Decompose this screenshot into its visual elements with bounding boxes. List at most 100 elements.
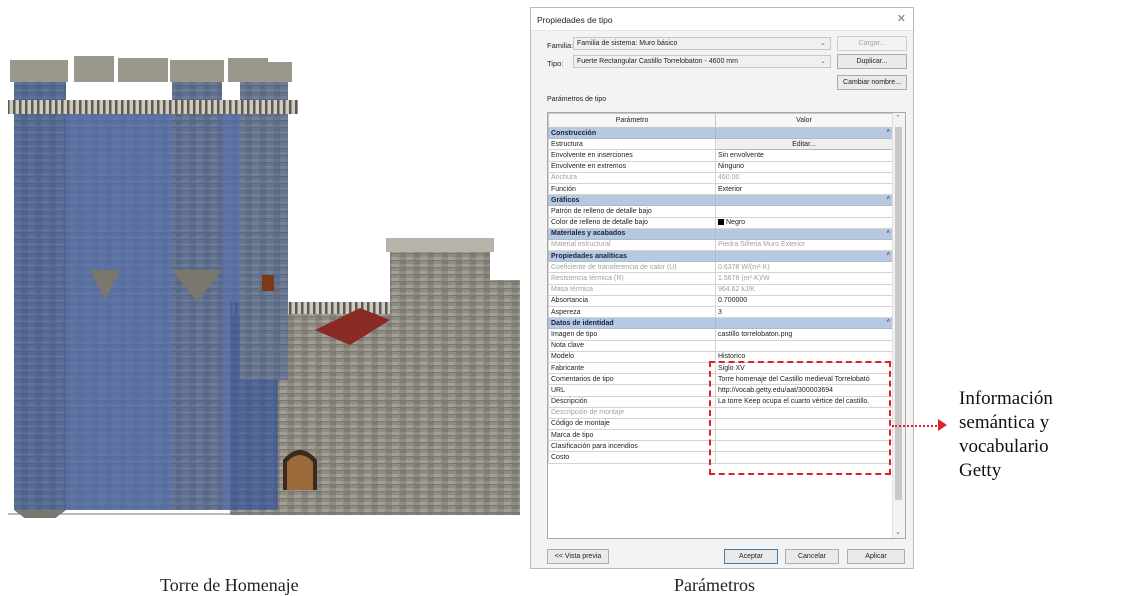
group-header-row[interactable]: Propiedades analíticas ˄ bbox=[548, 250, 893, 263]
annotation-line: Información bbox=[959, 388, 1053, 409]
left-caption: Torre de Homenaje bbox=[160, 575, 299, 595]
group-header-row[interactable]: Construcción ˄ bbox=[548, 126, 893, 140]
type-select-value: Fuerte Rectangular Castillo Torrelobaton… bbox=[577, 58, 738, 65]
castle-keep-image bbox=[8, 56, 520, 530]
parameter-value[interactable]: Piedra Silleria Muro Exterior bbox=[715, 238, 893, 252]
close-icon[interactable]: ✕ bbox=[897, 12, 906, 25]
load-button[interactable]: Cargar... bbox=[837, 36, 907, 51]
parameter-name: Clasificación para incendios bbox=[548, 440, 716, 453]
parameter-row[interactable]: Patrón de relleno de detalle bajo bbox=[548, 205, 893, 218]
parameter-value[interactable]: 460.00 bbox=[715, 171, 893, 184]
parameter-row[interactable]: Imagen de tipo castillo torrelobaton.png bbox=[548, 328, 893, 341]
annotation-arrow-line bbox=[892, 425, 944, 427]
parameter-value[interactable] bbox=[715, 339, 893, 352]
group-header-label: Propiedades analíticas bbox=[548, 250, 716, 263]
group-header-label: Gráficos bbox=[548, 194, 716, 207]
parameter-row[interactable]: Envolvente en extremos Ninguno bbox=[548, 160, 893, 173]
parameter-name: Color de relleno de detalle bajo bbox=[548, 216, 716, 229]
annotation-note: Información semántica y vocabulario Gett… bbox=[959, 387, 1053, 483]
parameter-row[interactable]: Color de relleno de detalle bajo Negro bbox=[548, 216, 893, 229]
parameter-name: Coeficiente de transferencia de calor (U… bbox=[548, 261, 716, 274]
parameter-value[interactable]: Exterior bbox=[715, 182, 893, 196]
collapse-icon[interactable]: ˄ bbox=[715, 250, 893, 263]
parameter-name: Costo bbox=[548, 451, 716, 464]
parameter-row[interactable]: Aspereza 3 bbox=[548, 305, 893, 319]
column-header-value[interactable]: Valor bbox=[715, 113, 893, 128]
parameter-name: Imagen de tipo bbox=[548, 328, 716, 341]
parameter-value[interactable]: 964.62 kJ/K bbox=[715, 283, 893, 296]
parameter-row[interactable]: Envolvente en inserciones Sin envolvente bbox=[548, 149, 893, 162]
parameter-name: Envolvente en extremos bbox=[548, 160, 716, 173]
parameter-row[interactable]: Nota clave bbox=[548, 339, 893, 352]
parameter-name: Masa térmica bbox=[548, 283, 716, 296]
type-select[interactable]: Fuerte Rectangular Castillo Torrelobaton… bbox=[573, 55, 831, 68]
parameter-row[interactable]: Masa térmica 964.62 kJ/K bbox=[548, 283, 893, 296]
collapse-icon[interactable]: ˄ bbox=[715, 194, 893, 207]
parameter-value[interactable]: 0.6378 W/(m²·K) bbox=[715, 261, 893, 274]
parameter-row[interactable]: Anchura 460.00 bbox=[548, 171, 893, 184]
group-header-label: Construcción bbox=[548, 126, 716, 140]
parameter-value[interactable]: 3 bbox=[715, 305, 893, 319]
grid-scrollbar[interactable]: ⌃ ⌄ bbox=[892, 113, 905, 538]
parameter-row[interactable]: Resistencia térmica (R) 1.5678 (m²·K)/W bbox=[548, 272, 893, 285]
parameter-name: Comentarios de tipo bbox=[548, 373, 716, 386]
parameter-name: Código de montaje bbox=[548, 417, 716, 431]
family-select[interactable]: Familia de sistema: Muro básico ⌄ bbox=[573, 37, 831, 50]
scroll-down-icon[interactable]: ⌄ bbox=[895, 528, 901, 536]
family-select-value: Familia de sistema: Muro básico bbox=[577, 40, 678, 47]
parameter-name: Absortancia bbox=[548, 294, 716, 308]
parameter-row[interactable]: Material estructural Piedra Silleria Muro… bbox=[548, 238, 893, 252]
grid-header: Parámetro Valor bbox=[548, 113, 893, 128]
dialog-title: Propiedades de tipo bbox=[537, 15, 613, 25]
parameter-name: Descripción de montaje bbox=[548, 406, 716, 419]
collapse-icon[interactable]: ˄ bbox=[715, 227, 893, 240]
parameter-value[interactable]: 0.700000 bbox=[715, 294, 893, 308]
collapse-icon[interactable]: ˄ bbox=[715, 317, 893, 330]
parameter-name: Material estructural bbox=[548, 238, 716, 252]
ok-button[interactable]: Aceptar bbox=[724, 549, 778, 564]
castle-render bbox=[0, 40, 520, 530]
chevron-down-icon: ⌄ bbox=[820, 40, 826, 47]
group-header-row[interactable]: Datos de identidad ˄ bbox=[548, 317, 893, 330]
edit-structure-button[interactable]: Editar... bbox=[715, 138, 893, 151]
parameter-row[interactable]: Estructura Editar... bbox=[548, 138, 893, 151]
parameter-name: Estructura bbox=[548, 138, 716, 151]
scroll-up-icon[interactable]: ⌃ bbox=[895, 114, 901, 122]
parameter-value[interactable]: Negro bbox=[715, 216, 893, 229]
parameter-value[interactable]: 1.5678 (m²·K)/W bbox=[715, 272, 893, 285]
parameter-name: Envolvente en inserciones bbox=[548, 149, 716, 162]
scrollbar-thumb[interactable] bbox=[895, 127, 902, 500]
parameter-name: Modelo bbox=[548, 350, 716, 363]
annotation-line: vocabulario bbox=[959, 436, 1049, 457]
parameter-name: Marca de tipo bbox=[548, 429, 716, 442]
duplicate-button[interactable]: Duplicar... bbox=[837, 54, 907, 69]
cancel-button[interactable]: Cancelar bbox=[785, 549, 839, 564]
family-label: Familia: bbox=[547, 41, 574, 50]
parameter-value[interactable] bbox=[715, 205, 893, 218]
type-label: Tipo: bbox=[547, 59, 564, 68]
column-header-parameter[interactable]: Parámetro bbox=[548, 113, 716, 128]
type-properties-dialog: Propiedades de tipo ✕ Familia: Familia d… bbox=[530, 7, 914, 569]
annotation-line: Getty bbox=[959, 460, 1002, 481]
group-header-row[interactable]: Gráficos ˄ bbox=[548, 194, 893, 207]
parameter-value[interactable]: Ninguno bbox=[715, 160, 893, 173]
right-caption: Parámetros bbox=[674, 575, 755, 595]
parameter-name: Aspereza bbox=[548, 305, 716, 319]
collapse-icon[interactable]: ˄ bbox=[715, 126, 893, 140]
group-header-row[interactable]: Materiales y acabados ˄ bbox=[548, 227, 893, 240]
type-parameters-label: Parámetros de tipo bbox=[547, 96, 607, 103]
parameter-name: Resistencia térmica (R) bbox=[548, 272, 716, 285]
preview-button[interactable]: << Vista previa bbox=[547, 549, 609, 564]
parameter-value[interactable]: Sin envolvente bbox=[715, 149, 893, 162]
parameter-name: Fabricante bbox=[548, 361, 716, 375]
parameter-name: Anchura bbox=[548, 171, 716, 184]
parameter-row[interactable]: Función Exterior bbox=[548, 182, 893, 196]
parameter-row[interactable]: Coeficiente de transferencia de calor (U… bbox=[548, 261, 893, 274]
identity-data-highlight bbox=[709, 361, 891, 475]
parameter-row[interactable]: Absortancia 0.700000 bbox=[548, 294, 893, 308]
parameter-name: Descripción bbox=[548, 395, 716, 408]
apply-button[interactable]: Aplicar bbox=[847, 549, 905, 564]
color-swatch-icon bbox=[718, 219, 724, 226]
parameter-value[interactable]: castillo torrelobaton.png bbox=[715, 328, 893, 341]
rename-button[interactable]: Cambiar nombre... bbox=[837, 75, 907, 90]
